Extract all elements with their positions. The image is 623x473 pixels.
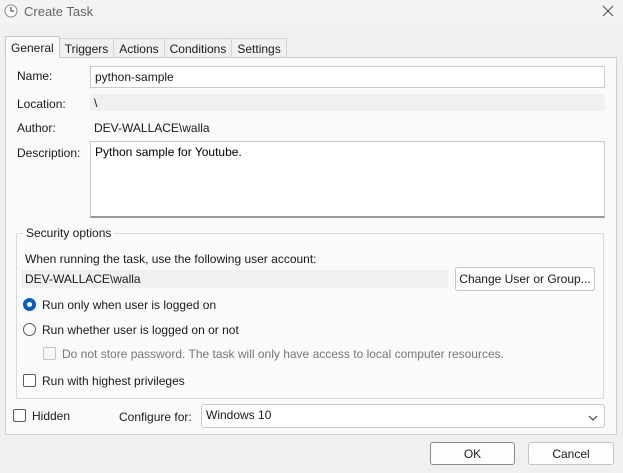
tab-actions[interactable]: Actions: [113, 38, 165, 58]
security-options-title: Security options: [23, 226, 115, 240]
tab-triggers[interactable]: Triggers: [58, 38, 115, 58]
chevron-down-icon: [588, 411, 598, 421]
window-title: Create Task: [24, 4, 94, 19]
description-label: Description:: [17, 146, 81, 160]
highest-privileges-label: Run with highest privileges: [42, 374, 185, 388]
general-panel: Name: python-sample Location: \ Author: …: [5, 57, 617, 435]
ok-button[interactable]: OK: [430, 442, 515, 465]
checkbox[interactable]: [23, 374, 36, 387]
tab-strip: General Triggers Actions Conditions Sett…: [5, 36, 287, 58]
name-label: Name:: [17, 69, 53, 83]
user-account-field: DEV-WALLACE\walla: [21, 270, 448, 288]
author-value: DEV-WALLACE\walla: [94, 121, 210, 135]
no-store-password-label: Do not store password. The task will onl…: [62, 347, 504, 361]
checkbox[interactable]: [13, 409, 26, 422]
author-label: Author:: [17, 121, 56, 135]
radio-button[interactable]: [23, 298, 36, 311]
location-value: \: [90, 94, 605, 111]
close-icon: [602, 5, 614, 20]
name-field[interactable]: python-sample: [90, 66, 605, 88]
tab-general[interactable]: General: [5, 36, 60, 58]
radio-whether-label: Run whether user is logged on or not: [42, 323, 239, 337]
radio-button[interactable]: [23, 323, 36, 336]
configure-for-select[interactable]: Windows 10: [201, 404, 605, 428]
tab-settings[interactable]: Settings: [231, 38, 287, 58]
configure-for-value: Windows 10: [206, 408, 272, 422]
clock-icon: [4, 4, 18, 18]
cancel-button[interactable]: Cancel: [528, 442, 614, 465]
account-prompt: When running the task, use the following…: [25, 252, 317, 266]
tab-conditions[interactable]: Conditions: [163, 38, 233, 58]
description-field[interactable]: Python sample for Youtube.: [90, 141, 605, 218]
change-user-button[interactable]: Change User or Group...: [455, 267, 595, 291]
radio-logged-on-label: Run only when user is logged on: [42, 298, 217, 312]
location-label: Location:: [17, 97, 66, 111]
checkbox: [43, 347, 56, 360]
hidden-label: Hidden: [32, 409, 71, 423]
close-button[interactable]: [593, 0, 623, 24]
title-bar: Create Task: [0, 0, 623, 24]
configure-for-label: Configure for:: [119, 410, 192, 424]
